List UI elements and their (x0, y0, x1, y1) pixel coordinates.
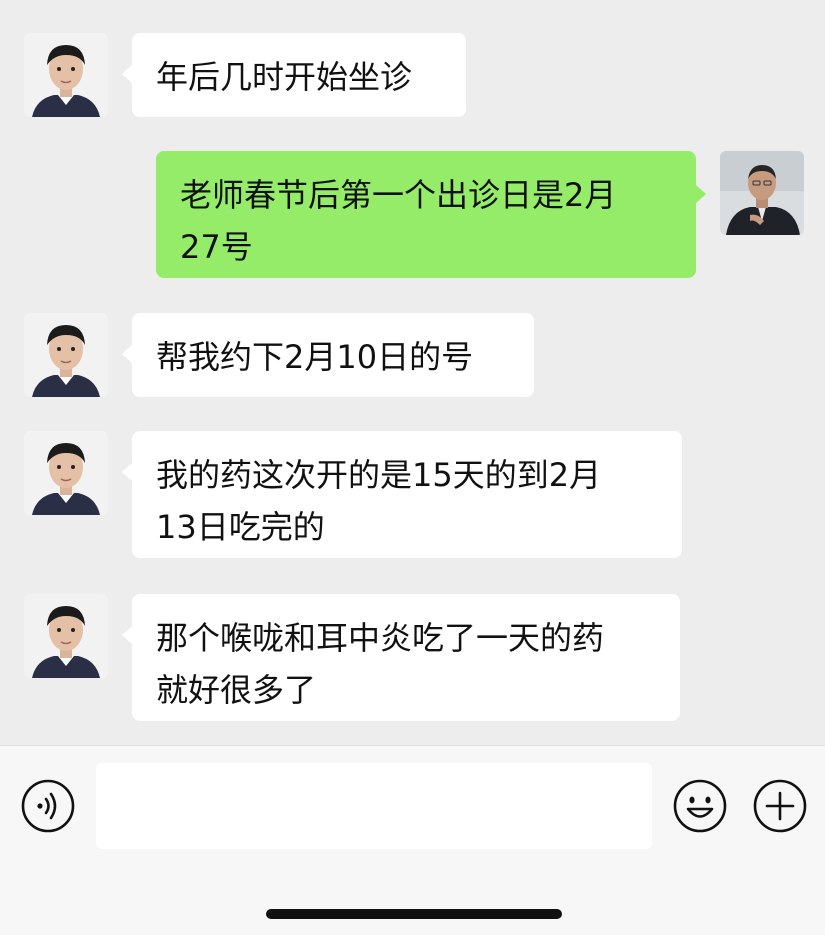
message-text: 年后几时开始坐诊 (156, 58, 413, 96)
message-text: 27号 (180, 228, 253, 266)
doctor-avatar[interactable] (720, 151, 804, 235)
bubble-tail (696, 185, 706, 203)
message-text: 老师春节后第一个出诊日是2月 (180, 176, 617, 214)
bubble-tail (122, 626, 132, 644)
message-text: 帮我约下2月10日的号 (156, 338, 474, 376)
bubble-tail (122, 65, 132, 83)
boy-avatar[interactable] (24, 431, 108, 515)
chat-area: 年后几时开始坐诊 老师春节后第一个出诊日是2月 27号 帮我约下2月10日的号 … (0, 0, 825, 745)
voice-icon[interactable] (20, 778, 76, 834)
bubble-tail (122, 345, 132, 363)
message-composer (0, 745, 825, 935)
message-text: 13日吃完的 (156, 508, 325, 546)
plus-icon[interactable] (752, 778, 808, 834)
message-text: 那个喉咙和耳中炎吃了一天的药 (156, 619, 605, 657)
message-bubble-incoming[interactable]: 帮我约下2月10日的号 (132, 313, 534, 397)
home-indicator[interactable] (266, 909, 562, 919)
emoji-icon[interactable] (672, 778, 728, 834)
boy-avatar[interactable] (24, 594, 108, 678)
boy-avatar[interactable] (24, 33, 108, 117)
message-bubble-incoming[interactable]: 年后几时开始坐诊 (132, 33, 466, 117)
message-bubble-outgoing[interactable]: 老师春节后第一个出诊日是2月 27号 (156, 151, 696, 278)
message-text: 就好很多了 (156, 671, 317, 709)
boy-avatar[interactable] (24, 313, 108, 397)
message-bubble-incoming[interactable]: 那个喉咙和耳中炎吃了一天的药 就好很多了 (132, 594, 680, 721)
message-bubble-incoming[interactable]: 我的药这次开的是15天的到2月 13日吃完的 (132, 431, 682, 558)
message-input[interactable] (96, 763, 652, 849)
bubble-tail (122, 463, 132, 481)
message-text: 我的药这次开的是15天的到2月 (156, 456, 602, 494)
